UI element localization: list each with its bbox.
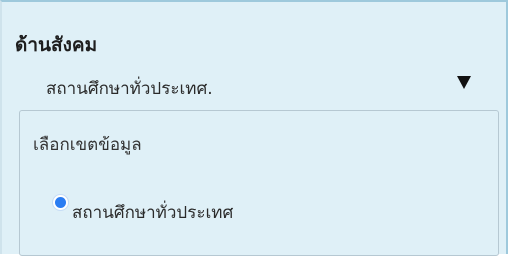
data-scope-filter-box: เลือกเขตข้อมูล สถานศึกษาทั่วประเทศ (19, 110, 499, 256)
filter-box-label: เลือกเขตข้อมูล (33, 135, 142, 155)
section-title: ด้านสังคม (15, 34, 98, 56)
dropdown-arrow-icon[interactable] (457, 76, 471, 89)
scope-dropdown-value: สถานศึกษาทั่วประเทศ. (46, 79, 213, 99)
radio-option-label: สถานศึกษาทั่วประเทศ (72, 203, 234, 223)
scope-dropdown[interactable]: สถานศึกษาทั่วประเทศ. (2, 66, 506, 110)
filter-panel: ด้านสังคม สถานศึกษาทั่วประเทศ. เลือกเขตข… (0, 0, 508, 256)
radio-option-nationwide[interactable]: สถานศึกษาทั่วประเทศ (48, 189, 368, 225)
radio-button-selected[interactable] (52, 194, 69, 211)
